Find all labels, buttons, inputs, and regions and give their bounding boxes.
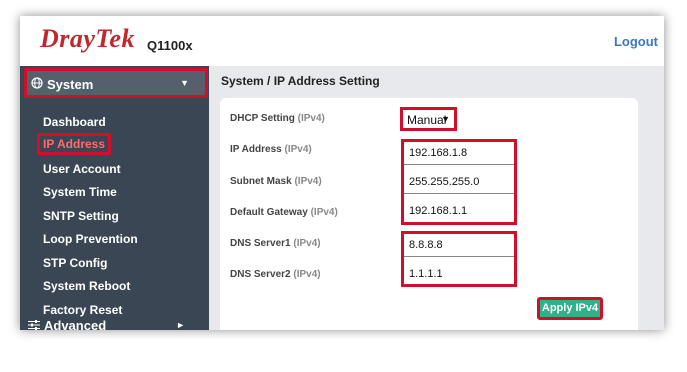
label-text: IP Address xyxy=(230,144,282,155)
subnet-mask-input[interactable]: 255.255.255.0 xyxy=(404,171,514,194)
dns-fields-group: 8.8.8.8 1.1.1.1 xyxy=(401,231,517,287)
sidebar-item-dashboard[interactable]: Dashboard xyxy=(43,115,106,129)
sidebar-item-stp-config[interactable]: STP Config xyxy=(43,256,107,270)
sidebar: System ▼ Dashboard IP Address User Accou… xyxy=(20,66,209,330)
label-text: DNS Server2 xyxy=(230,269,291,280)
header: DrayTek Q1100x Logout xyxy=(20,16,664,66)
sidebar-item-ip-address[interactable]: IP Address xyxy=(37,133,112,155)
sidebar-item-sntp-setting[interactable]: SNTP Setting xyxy=(43,209,119,223)
sidebar-section-system[interactable]: System ▼ xyxy=(24,68,208,98)
sidebar-item-system-reboot[interactable]: System Reboot xyxy=(43,279,130,293)
sidebar-section-label: System xyxy=(47,77,94,92)
label-sub: (IPv4) xyxy=(294,176,322,187)
label-text: DNS Server1 xyxy=(230,238,291,249)
chevron-down-icon: ▼ xyxy=(441,114,450,124)
settings-panel: DHCP Setting (IPv4) Manual ▼ IP Address … xyxy=(220,98,638,330)
field-label-mask: Subnet Mask (IPv4) xyxy=(230,176,322,187)
label-sub: (IPv4) xyxy=(293,269,321,280)
sliders-icon xyxy=(28,320,40,330)
label-text: Default Gateway xyxy=(230,207,308,218)
ip-address-input[interactable]: 192.168.1.8 xyxy=(404,142,514,165)
caret-down-icon: ▼ xyxy=(180,78,189,88)
dns-server2-input[interactable]: 1.1.1.1 xyxy=(404,263,514,286)
sidebar-item-user-account[interactable]: User Account xyxy=(43,162,121,176)
draytek-logo: DrayTek xyxy=(40,24,135,53)
default-gateway-input[interactable]: 192.168.1.1 xyxy=(404,200,514,223)
app-window: DrayTek Q1100x Logout System ▼ Dashboard… xyxy=(20,16,664,330)
label-text: Subnet Mask xyxy=(230,176,292,187)
label-sub: (IPv4) xyxy=(284,144,312,155)
sidebar-section-advanced[interactable]: Advanced ► xyxy=(24,312,205,330)
label-sub: (IPv4) xyxy=(293,238,321,249)
sidebar-item-system-time[interactable]: System Time xyxy=(43,185,117,199)
caret-right-icon: ► xyxy=(176,320,185,330)
field-label-dhcp: DHCP Setting (IPv4) xyxy=(230,113,325,124)
ip-fields-group: 192.168.1.8 255.255.255.0 192.168.1.1 xyxy=(401,139,517,225)
field-label-dns1: DNS Server1 (IPv4) xyxy=(230,238,321,249)
sidebar-section-label: Advanced xyxy=(44,318,107,330)
label-sub: (IPv4) xyxy=(310,207,338,218)
logout-link[interactable]: Logout xyxy=(614,34,658,49)
apply-ipv4-button[interactable]: Apply IPv4 xyxy=(537,297,603,320)
label-text: DHCP Setting xyxy=(230,113,295,124)
main-content: System / IP Address Setting DHCP Setting… xyxy=(209,66,664,330)
field-label-dns2: DNS Server2 (IPv4) xyxy=(230,269,321,280)
sidebar-item-loop-prevention[interactable]: Loop Prevention xyxy=(43,232,138,246)
page-title: System / IP Address Setting xyxy=(221,74,380,88)
dhcp-setting-select[interactable]: Manual ▼ xyxy=(400,107,457,131)
label-sub: (IPv4) xyxy=(297,113,325,124)
field-label-ip: IP Address (IPv4) xyxy=(230,144,312,155)
dns-server1-input[interactable]: 8.8.8.8 xyxy=(404,234,514,257)
field-label-gateway: Default Gateway (IPv4) xyxy=(230,207,338,218)
model-name: Q1100x xyxy=(147,38,193,53)
globe-icon xyxy=(31,77,43,89)
